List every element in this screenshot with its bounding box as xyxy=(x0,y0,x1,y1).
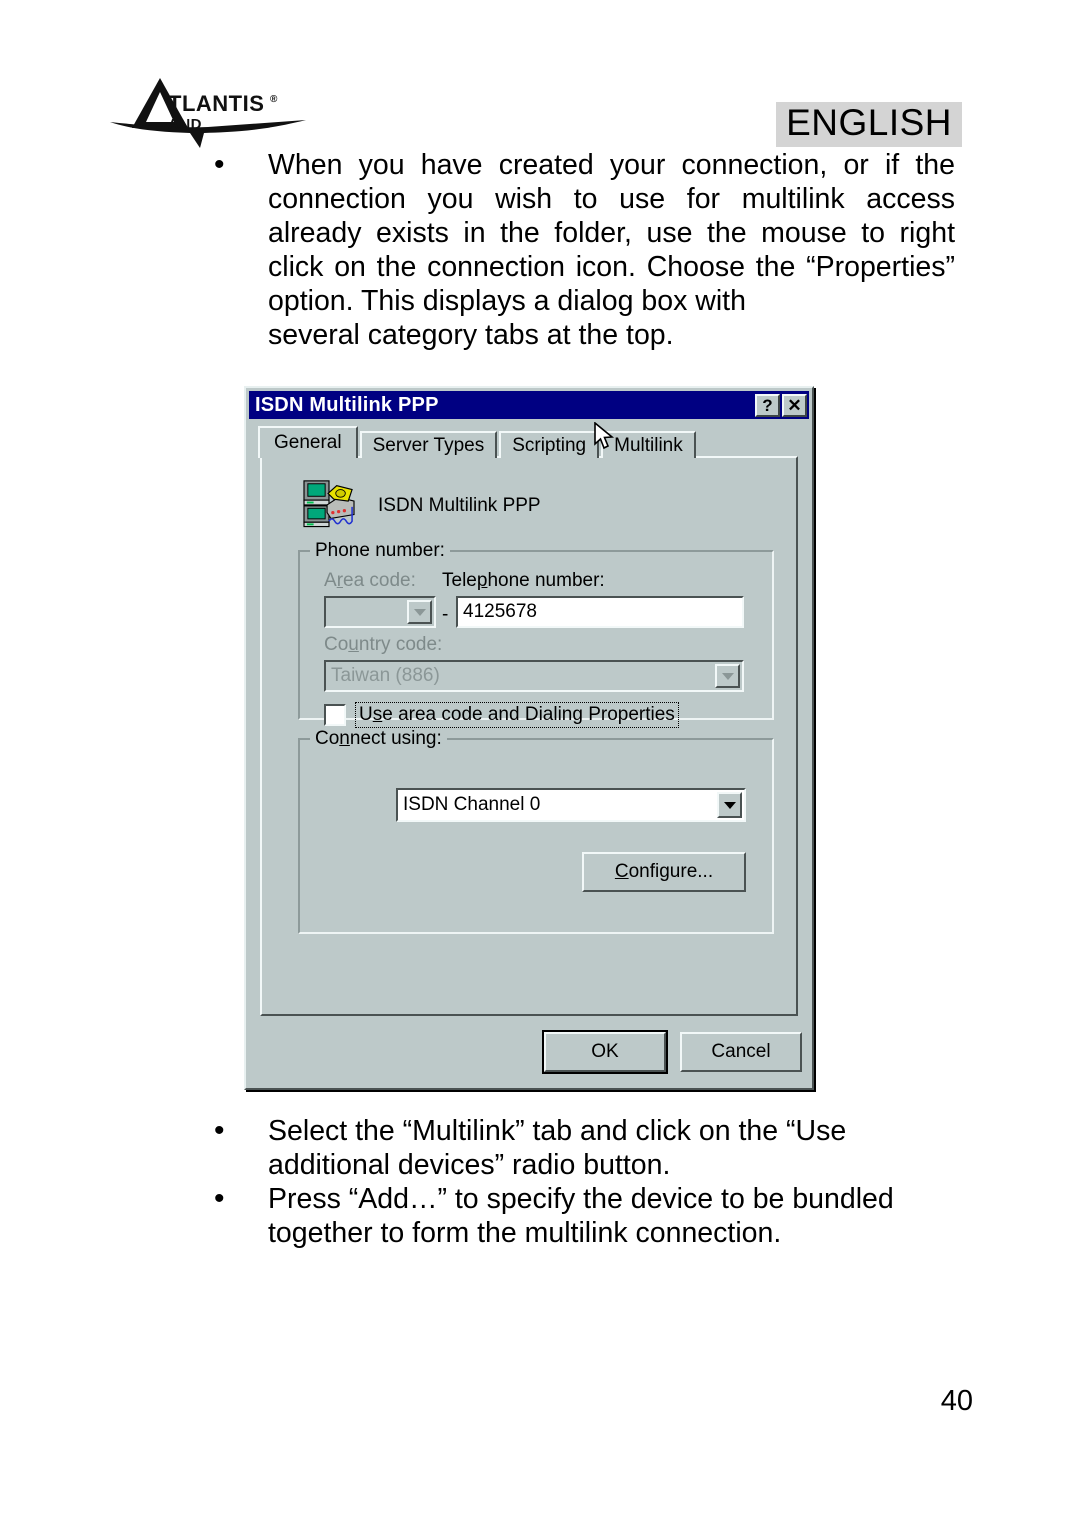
telephone-number-input[interactable]: 4125678 xyxy=(456,596,744,628)
connect-using-group: Connect using: ISDN Channel 0 Configure.… xyxy=(298,728,774,934)
instruction-text-2: Select the “Multilink” tab and click on … xyxy=(268,1115,847,1147)
connection-header: ISDN Multilink PPP xyxy=(302,478,541,533)
tab-scripting[interactable]: Scripting xyxy=(499,431,600,458)
mouse-cursor-icon xyxy=(594,421,616,452)
phone-number-group-title: Phone number: xyxy=(310,540,450,562)
country-code-combo[interactable]: Taiwan (886) xyxy=(324,660,744,692)
configure-button-label: Configure... xyxy=(614,861,714,882)
dialog-tabstrip: General Server Types Scripting Multilink xyxy=(258,426,812,458)
svg-text:AND: AND xyxy=(168,116,202,133)
instruction-paragraph-1: • When you have created your connection,… xyxy=(214,148,955,352)
phone-number-group: Phone number: Area code: Telephone numbe… xyxy=(298,540,774,728)
configure-button[interactable]: Configure... xyxy=(582,852,746,892)
use-area-code-checkbox-row[interactable]: Use area code and Dialing Properties xyxy=(324,702,679,728)
instruction-text-1-lastline: several category tabs at the top. xyxy=(268,319,674,351)
telephone-number-label: Telephone number: xyxy=(442,570,605,591)
area-code-label: Area code: xyxy=(324,570,416,591)
connect-using-group-title: Connect using: xyxy=(310,728,447,750)
chevron-down-icon[interactable] xyxy=(717,792,742,818)
atlantis-land-logo: TLANTIS ® AND xyxy=(108,66,308,151)
isdn-multilink-ppp-dialog[interactable]: ISDN Multilink PPP ? ✕ General Server Ty… xyxy=(244,386,814,1090)
instruction-paragraph-3: • Press “Add…” to specify the device to … xyxy=(214,1182,955,1250)
help-icon[interactable]: ? xyxy=(755,393,780,417)
ok-button[interactable]: OK xyxy=(544,1032,666,1072)
cancel-button[interactable]: Cancel xyxy=(680,1032,802,1072)
language-badge: ENGLISH xyxy=(776,102,962,147)
bullet-marker: • xyxy=(214,148,225,181)
country-code-value: Taiwan (886) xyxy=(331,665,440,686)
svg-text:®: ® xyxy=(270,94,278,105)
svg-text:TLANTIS: TLANTIS xyxy=(168,91,264,116)
close-icon[interactable]: ✕ xyxy=(782,393,807,417)
instruction-text-1: When you have created your connection, o… xyxy=(268,149,955,317)
chevron-down-icon[interactable] xyxy=(407,600,432,624)
instruction-paragraph-2: • Select the “Multilink” tab and click o… xyxy=(214,1114,955,1182)
dialog-title: ISDN Multilink PPP xyxy=(255,393,439,416)
connect-device-combo[interactable]: ISDN Channel 0 xyxy=(396,788,746,822)
dialup-networking-icon xyxy=(302,478,356,533)
connect-device-value: ISDN Channel 0 xyxy=(403,794,541,815)
bullet-marker: • xyxy=(214,1182,225,1215)
instruction-text-3-lastline: together to form the multilink connectio… xyxy=(268,1217,782,1249)
use-area-code-label: Use area code and Dialing Properties xyxy=(355,702,679,728)
phone-separator: - xyxy=(442,604,449,625)
bullet-marker: • xyxy=(214,1114,225,1147)
dialog-titlebar[interactable]: ISDN Multilink PPP ? ✕ xyxy=(249,391,809,419)
area-code-combo[interactable] xyxy=(324,596,436,628)
tab-page-general: ISDN Multilink PPP Phone number: Area co… xyxy=(260,456,798,1016)
country-code-label: Country code: xyxy=(324,634,443,655)
tab-general[interactable]: General xyxy=(258,426,358,458)
instruction-text-2-lastline: additional devices” radio button. xyxy=(268,1149,671,1181)
tab-server-types[interactable]: Server Types xyxy=(359,431,498,458)
use-area-code-checkbox[interactable] xyxy=(324,704,346,726)
page-number: 40 xyxy=(940,1385,973,1417)
connection-name: ISDN Multilink PPP xyxy=(378,494,541,516)
chevron-down-icon[interactable] xyxy=(715,664,740,688)
instruction-text-3: Press “Add…” to specify the device to be… xyxy=(268,1183,894,1215)
